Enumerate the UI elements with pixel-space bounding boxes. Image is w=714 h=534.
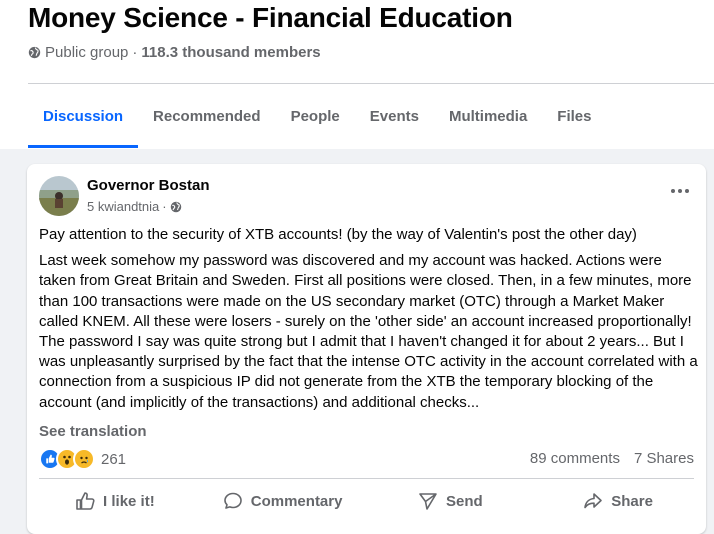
actions-divider bbox=[39, 478, 694, 479]
meta-separator: · bbox=[132, 44, 138, 61]
send-icon bbox=[419, 493, 437, 510]
members-count[interactable]: 118.3 thousand members bbox=[141, 44, 320, 61]
privacy-label[interactable]: Public group bbox=[45, 44, 128, 61]
group-tabs: Discussion Recommended People Events Mul… bbox=[28, 84, 606, 148]
comments-count[interactable]: 89 comments bbox=[530, 450, 620, 467]
reactions-count: 261 bbox=[101, 450, 127, 468]
comment-button[interactable]: Commentary bbox=[199, 481, 367, 521]
comment-button-label: Commentary bbox=[250, 492, 343, 510]
tab-events[interactable]: Events bbox=[355, 84, 434, 148]
post-meta-separator: · bbox=[162, 199, 167, 214]
comment-bubble-icon bbox=[223, 492, 242, 509]
post-author[interactable]: Governor Bostan bbox=[87, 177, 210, 194]
post-meta: 5 kwiandtnia · bbox=[87, 199, 182, 214]
send-button-label: Send bbox=[446, 492, 483, 510]
share-icon bbox=[584, 493, 603, 509]
tab-multimedia[interactable]: Multimedia bbox=[434, 84, 542, 148]
share-button[interactable]: Share bbox=[534, 481, 702, 521]
group-header: Money Science - Financial Education Publ… bbox=[0, 0, 714, 149]
post-card: Governor Bostan 5 kwiandtnia · Pay atten… bbox=[27, 164, 706, 534]
post-text-intro: Pay attention to the security of XTB acc… bbox=[39, 226, 637, 243]
globe-icon bbox=[170, 201, 181, 212]
group-meta: Public group · 118.3 thousand members bbox=[28, 44, 321, 61]
tab-discussion[interactable]: Discussion bbox=[28, 84, 139, 148]
post-stats: 89 comments 7 Shares bbox=[530, 450, 694, 467]
tab-recommended[interactable]: Recommended bbox=[138, 84, 276, 148]
thumbs-up-icon bbox=[76, 492, 95, 510]
post-text: Pay attention to the security of XTB acc… bbox=[39, 225, 699, 419]
avatar-image bbox=[39, 176, 79, 216]
tab-files[interactable]: Files bbox=[542, 84, 606, 148]
group-title[interactable]: Money Science - Financial Education bbox=[28, 2, 513, 34]
share-button-label: Share bbox=[611, 492, 653, 510]
sad-reaction-icon bbox=[73, 448, 95, 470]
send-button[interactable]: Send bbox=[367, 481, 535, 521]
reactions-summary[interactable]: 261 bbox=[39, 448, 126, 470]
post-time[interactable]: 5 kwiandtnia bbox=[87, 199, 159, 214]
see-translation-link[interactable]: See translation bbox=[39, 423, 147, 440]
like-button-label: I like it! bbox=[103, 492, 155, 510]
like-button[interactable]: I like it! bbox=[31, 481, 199, 521]
post-actions: I like it! Commentary Send Share bbox=[31, 481, 702, 521]
post-text-body: Last week somehow my password was discov… bbox=[39, 252, 698, 411]
globe-icon bbox=[28, 46, 41, 59]
tab-people[interactable]: People bbox=[276, 84, 355, 148]
avatar[interactable] bbox=[39, 176, 79, 216]
more-options-icon[interactable] bbox=[666, 180, 694, 202]
shares-count[interactable]: 7 Shares bbox=[634, 450, 694, 467]
